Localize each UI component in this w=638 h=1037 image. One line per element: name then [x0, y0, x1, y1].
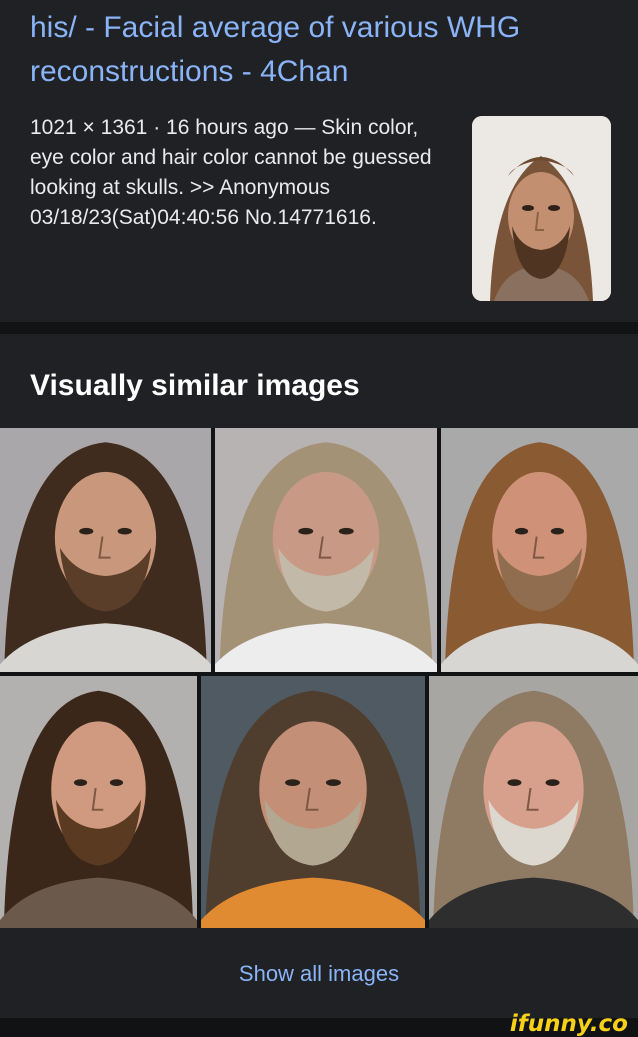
section-divider [0, 322, 638, 334]
visually-similar-heading: Visually similar images [30, 369, 360, 402]
ifunny-watermark: ifunny.co [509, 1011, 628, 1037]
portrait-image [215, 428, 437, 672]
result-thumbnail[interactable] [472, 116, 611, 301]
result-snippet: 1021 × 1361 · 16 hours ago — Skin color,… [30, 116, 432, 229]
portrait-image [0, 676, 197, 928]
show-all-bar: Show all images [0, 928, 638, 1018]
similar-image-3[interactable] [441, 428, 638, 672]
result-title-link[interactable]: his/ - Facial average of various WHG rec… [30, 6, 620, 94]
similar-images-grid [0, 428, 638, 928]
footer-bar: ifunny.co [0, 1012, 638, 1037]
portrait-image [441, 428, 638, 672]
similar-image-1[interactable] [0, 428, 211, 672]
similar-image-6[interactable] [429, 676, 638, 928]
search-result-card: his/ - Facial average of various WHG rec… [0, 0, 638, 322]
portrait-image [0, 428, 211, 672]
similar-image-5[interactable] [201, 676, 425, 928]
portrait-image [472, 116, 611, 301]
portrait-image [201, 676, 425, 928]
similar-image-2[interactable] [215, 428, 437, 672]
similar-image-4[interactable] [0, 676, 197, 928]
portrait-image [429, 676, 638, 928]
show-all-images-link[interactable]: Show all images [0, 960, 638, 988]
